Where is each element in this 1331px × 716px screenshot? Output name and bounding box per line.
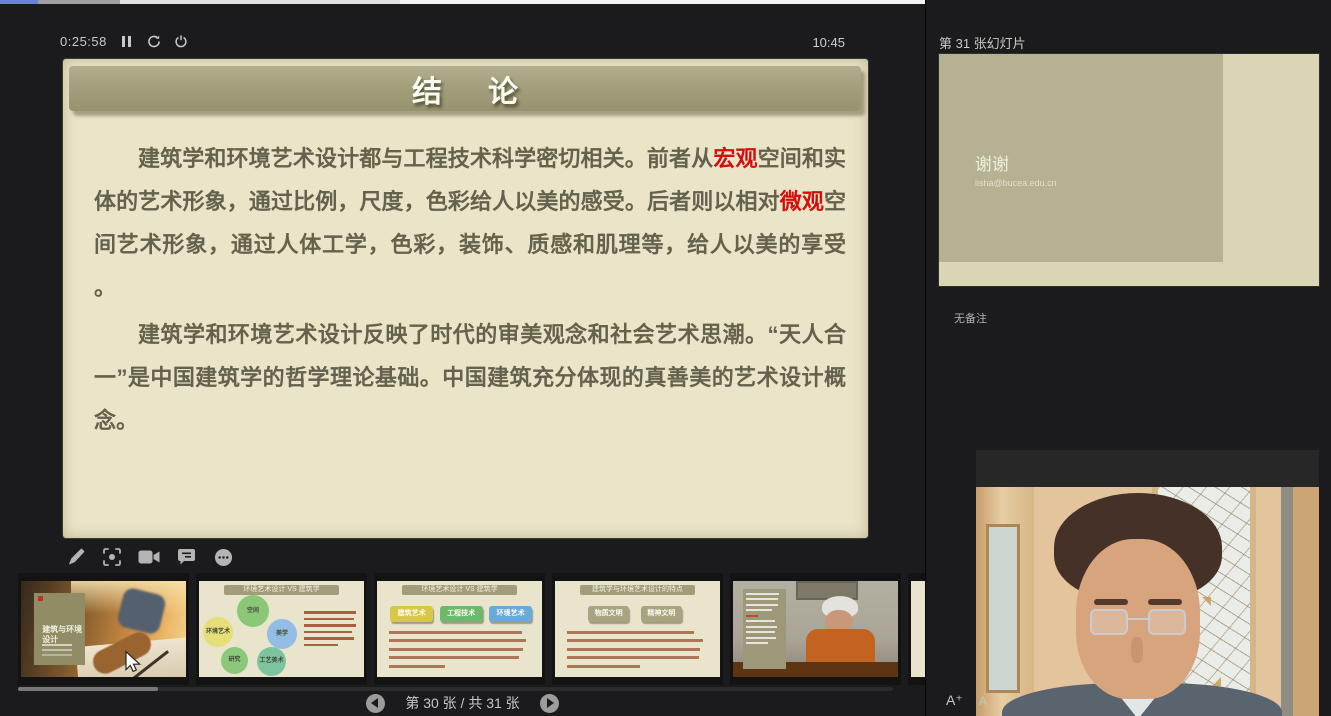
presenter-eyebrow	[1148, 599, 1182, 605]
thumbnail-image: 建筑与环境 设计	[21, 581, 186, 677]
scrollbar-thumb[interactable]	[18, 687, 158, 691]
slide-title-bar: 结 论	[69, 66, 861, 111]
slide-paragraph-1: 建筑学和环境艺术设计都与工程技术科学密切相关。前者从宏观空间和实体的艺术形象，通…	[94, 137, 846, 309]
highlight-micro: 微观	[780, 189, 824, 214]
right-frame	[1293, 487, 1319, 716]
bubble-research: 研究	[221, 647, 248, 674]
active-tab-sliver	[0, 0, 38, 4]
tab-sliver	[120, 0, 400, 4]
webcam-video	[976, 487, 1319, 716]
slide-paragraph-2: 建筑学和环境艺术设计反映了时代的审美观念和社会艺术思潮。“天人合一”是中国建筑学…	[94, 313, 846, 442]
title-card: 建筑与环境 设计	[34, 593, 85, 666]
sidebar-panel: 第 31 张幻灯片 谢谢 lisha@bucea.edu.cn 无备注	[925, 0, 1331, 716]
laser-pointer-icon[interactable]	[101, 546, 123, 568]
next-slide-preview[interactable]: 谢谢 lisha@bucea.edu.cn	[939, 54, 1319, 286]
chat-icon[interactable]	[175, 546, 197, 568]
bubble-env-art: 环境艺术	[203, 617, 233, 647]
thumbnail-slide-two-boxes[interactable]: 建筑学与环境艺术设计的特点 物质文明 精神文明	[552, 573, 723, 685]
thumbnail-header: 环境艺术设计 VS 建筑学	[224, 585, 340, 595]
thumbnail-title-text: 建筑与环境 设计	[42, 625, 92, 645]
thumbnail-slide-three-boxes[interactable]: 环境艺术设计 VS 建筑学 建筑艺术 工程技术 环境艺术	[374, 573, 545, 685]
previous-icon	[371, 698, 378, 708]
highlight-macro: 宏观	[713, 146, 757, 171]
notes-font-controls: A⁺ A	[946, 692, 987, 709]
current-slide[interactable]: 结 论 建筑学和环境艺术设计都与工程技术科学密切相关。前者从宏观空间和实体的艺术…	[63, 59, 868, 538]
restart-timer-icon[interactable]	[147, 35, 161, 49]
next-slide-button[interactable]	[540, 694, 559, 713]
glasses-lens	[1090, 609, 1128, 635]
webcam-container[interactable]	[976, 450, 1319, 716]
increase-font-button[interactable]: A⁺	[946, 692, 963, 709]
bubble-space: 空间	[237, 595, 269, 627]
timer-row: 0:25:58	[60, 34, 188, 49]
glasses-lens	[1148, 609, 1186, 635]
tab-sliver	[38, 0, 120, 4]
bubble-craft-art: 工艺美术	[257, 647, 286, 676]
box-environment-art: 环境艺术	[489, 606, 532, 622]
slide-body: 建筑学和环境艺术设计都与工程技术科学密切相关。前者从宏观空间和实体的艺术形象，通…	[94, 137, 846, 446]
tab-sliver	[400, 0, 930, 4]
thumbnail-image: 环境艺术设计 VS 建筑学 建筑艺术 工程技术 环境艺术	[377, 581, 542, 677]
door-glass	[986, 524, 1020, 693]
thumbnail-slide-bubbles[interactable]: 环境艺术设计 VS 建筑学 空间 环境艺术 美学 研究 工艺美术	[196, 573, 367, 685]
notes-placeholder: 无备注	[954, 310, 987, 326]
paragraph-text: 建筑学和环境艺术设计都与工程技术科学密切相关。前者从	[138, 146, 713, 171]
logo-dot	[38, 596, 43, 601]
thumbnail-slide-title[interactable]: 建筑与环境 设计	[18, 573, 189, 685]
current-time: 10:45	[800, 35, 845, 50]
thumbnail-header: 环境艺术设计 VS 建筑学	[402, 585, 518, 595]
thumbnail-image: 建筑学与环境艺术设计的特点 物质文明 精神文明	[555, 581, 720, 677]
preview-title: 谢谢	[975, 150, 1009, 175]
preview-email: lisha@bucea.edu.cn	[975, 178, 1057, 188]
wall-shadow	[1281, 487, 1293, 716]
thumbnail-slide-partial[interactable]	[908, 573, 925, 685]
next-icon	[547, 698, 554, 708]
thumbnail-slide-portrait[interactable]	[730, 573, 901, 685]
elapsed-timer: 0:25:58	[60, 34, 107, 49]
camera-icon[interactable]	[138, 546, 160, 568]
box-architecture-art: 建筑艺术	[390, 606, 433, 622]
presenter-nose	[1131, 637, 1143, 663]
more-options-icon[interactable]	[212, 546, 234, 568]
slide-position-label: 第 30 张 / 共 31 张	[405, 693, 519, 713]
subtitle-lines	[42, 644, 72, 646]
slide-title: 结 论	[404, 67, 526, 111]
pen-icon[interactable]	[64, 546, 86, 568]
slide-filmstrip: 建筑与环境 设计 环境艺术设计 VS 建筑学 空间 环境艺术 美学 研究 工艺美…	[0, 573, 925, 685]
thumbnail-text-block	[389, 631, 531, 674]
thumbnail-text-block	[304, 611, 356, 650]
slide-navigation: 第 30 张 / 共 31 张	[0, 693, 925, 713]
annotation-toolbar	[64, 546, 234, 568]
previous-slide-button[interactable]	[366, 694, 385, 713]
quote-card	[743, 589, 786, 670]
thumbnail-image	[911, 581, 925, 677]
filmstrip-scrollbar[interactable]	[18, 687, 893, 691]
glasses-bridge	[1126, 618, 1150, 620]
pause-icon[interactable]	[120, 35, 134, 49]
power-end-show-icon[interactable]	[174, 35, 188, 49]
thumbnail-header: 建筑学与环境艺术设计的特点	[580, 585, 696, 595]
thumbnail-text-block	[567, 631, 709, 674]
box-material-civilization: 物质文明	[588, 606, 629, 622]
person-robe	[806, 629, 875, 664]
presenter-view: 0:25:58 10:45 结 论 建筑学和环境艺术设计都与工程技术科学密切相关…	[0, 0, 1331, 716]
thumbnail-image	[733, 581, 898, 677]
thumbnail-image: 环境艺术设计 VS 建筑学 空间 环境艺术 美学 研究 工艺美术	[199, 581, 364, 677]
presenter-eyebrow	[1094, 599, 1128, 605]
bubble-aesthetics: 美学	[267, 619, 297, 649]
next-slide-header: 第 31 张幻灯片	[939, 33, 1026, 52]
box-engineering: 工程技术	[440, 606, 483, 622]
box-spiritual-civilization: 精神文明	[641, 606, 682, 622]
decrease-font-button[interactable]: A	[979, 694, 987, 708]
